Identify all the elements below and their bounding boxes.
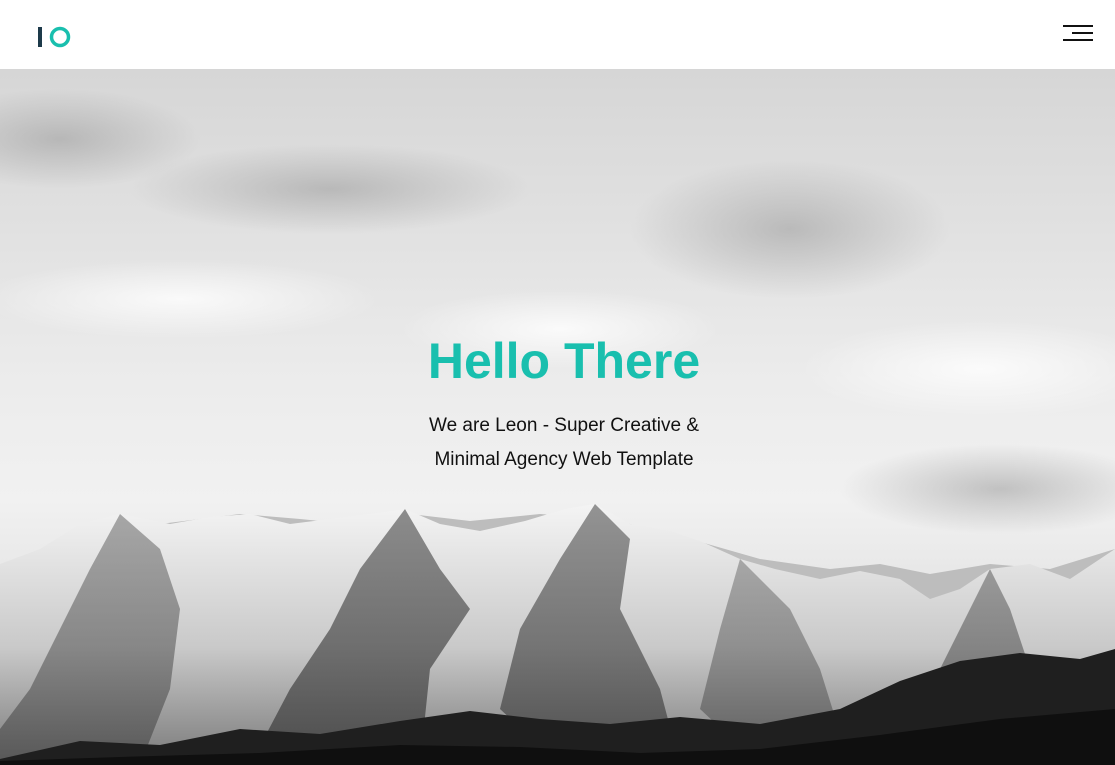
hamburger-menu-icon[interactable] bbox=[1060, 22, 1096, 46]
hero-subtitle-line-1: We are Leon - Super Creative & bbox=[428, 415, 699, 436]
hero-subtitle: We are Leon - Super Creative & Minimal A… bbox=[404, 409, 724, 477]
site-header bbox=[0, 0, 1115, 69]
logo-icon[interactable] bbox=[36, 25, 72, 49]
hero-content: Hello There We are Leon - Super Creative… bbox=[0, 331, 1115, 477]
hero-section: Hello There We are Leon - Super Creative… bbox=[0, 69, 1115, 765]
hero-title: Hello There bbox=[427, 333, 701, 389]
hero-subtitle-line-2: Minimal Agency Web Template bbox=[434, 449, 694, 470]
